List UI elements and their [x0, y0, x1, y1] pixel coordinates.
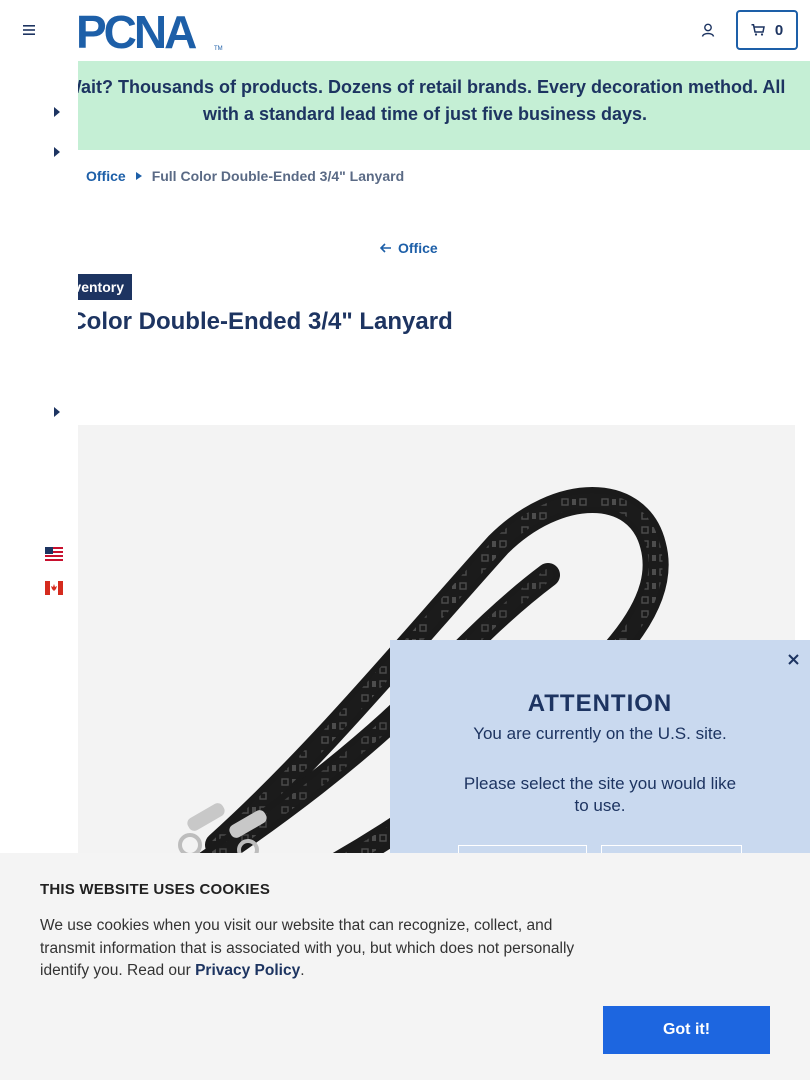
breadcrumb: Office Full Color Double-Ended 3/4" Lany…: [86, 168, 404, 184]
logo-text: PCNA: [76, 10, 196, 52]
product-title: Full Color Double-Ended 3/4" Lanyard: [20, 308, 453, 335]
banner-line-1: Wait? Thousands of products. Dozens of r…: [64, 77, 786, 97]
site-header: PCNA TM 0: [0, 0, 810, 61]
caret-right-icon[interactable]: [51, 406, 63, 418]
privacy-policy-link[interactable]: Privacy Policy: [195, 962, 300, 979]
user-icon: [701, 23, 715, 37]
breadcrumb-office-link[interactable]: Office: [86, 168, 126, 184]
caret-right-icon: [135, 172, 142, 180]
us-flag-icon[interactable]: [45, 547, 63, 561]
cookie-body: We use cookies when you visit our websit…: [40, 917, 575, 979]
cart-icon: [751, 24, 765, 36]
cookie-text: We use cookies when you visit our websit…: [40, 915, 600, 983]
back-link-label: Office: [398, 240, 438, 256]
banner-line-2: with a standard lead time of just five b…: [202, 104, 648, 124]
close-button[interactable]: [784, 650, 802, 668]
hamburger-menu-icon: [23, 25, 35, 35]
attention-title: ATTENTION: [527, 690, 673, 717]
arrow-left-icon: [380, 243, 391, 253]
menu-button[interactable]: [18, 19, 40, 41]
caret-right-icon[interactable]: [51, 146, 63, 158]
attention-select-prompt: Please select the site you would like to…: [463, 774, 737, 815]
attention-current-site: You are currently on the U.S. site.: [473, 724, 727, 743]
banner-text: Wait? Thousands of products. Dozens of r…: [40, 74, 810, 128]
cookie-suffix: .: [300, 962, 305, 979]
cookie-title: THIS WEBSITE USES COOKIES: [40, 881, 271, 898]
cart-count: 0: [774, 21, 784, 39]
close-icon: [787, 653, 799, 665]
caret-right-icon[interactable]: [51, 106, 63, 118]
pcna-logo[interactable]: PCNA TM: [76, 10, 224, 52]
breadcrumb-current: Full Color Double-Ended 3/4" Lanyard: [151, 168, 405, 184]
back-to-office-link[interactable]: Office: [380, 240, 438, 256]
got-it-button[interactable]: Got it!: [603, 1006, 770, 1054]
cart-button[interactable]: 0: [736, 10, 798, 50]
svg-text:TM: TM: [214, 46, 223, 52]
promo-banner: Wait? Thousands of products. Dozens of r…: [0, 61, 810, 150]
account-button[interactable]: [697, 19, 719, 41]
canada-flag-icon[interactable]: [45, 581, 63, 595]
cookie-banner: THIS WEBSITE USES COOKIES We use cookies…: [0, 853, 810, 1080]
page: Wait? Thousands of products. Dozens of r…: [0, 0, 810, 1080]
